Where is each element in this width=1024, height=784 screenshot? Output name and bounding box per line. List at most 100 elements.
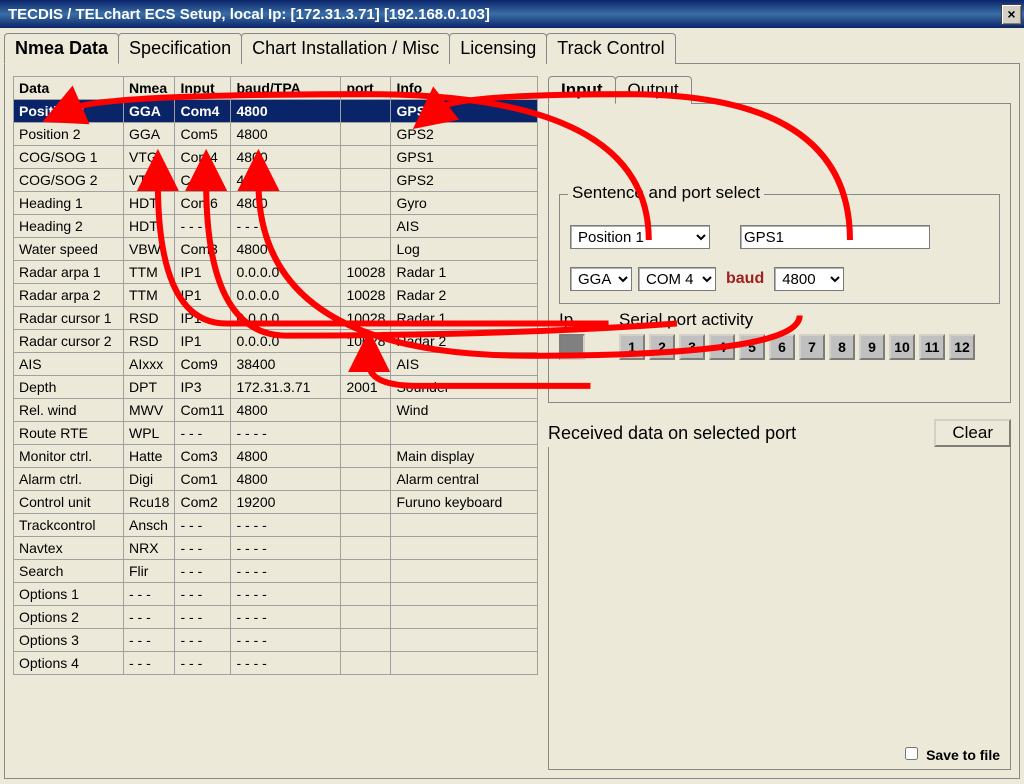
activity-port-button[interactable]: 1 xyxy=(619,334,645,360)
nmea-table[interactable]: DataNmeaInputbaud/TPAportInfo Position 1… xyxy=(13,76,538,675)
column-header[interactable]: Input xyxy=(175,77,231,100)
table-row[interactable]: Position 2GGACom54800GPS2 xyxy=(14,123,538,146)
tab-licensing[interactable]: Licensing xyxy=(449,33,547,64)
tab-chart-installation[interactable]: Chart Installation / Misc xyxy=(241,33,450,64)
activity-port-button[interactable]: 12 xyxy=(949,334,975,360)
table-cell: Position 1 xyxy=(14,100,124,123)
table-row[interactable]: Position 1GGACom44800GPS1 xyxy=(14,100,538,123)
close-button[interactable]: × xyxy=(1001,4,1022,25)
column-header[interactable]: Data xyxy=(14,77,124,100)
table-cell xyxy=(341,652,391,675)
table-row[interactable]: Options 1- - -- - -- - - - xyxy=(14,583,538,606)
activity-port-button[interactable]: 11 xyxy=(919,334,945,360)
table-cell xyxy=(391,652,538,675)
table-cell: - - - - xyxy=(231,560,341,583)
table-cell: - - - xyxy=(124,629,175,652)
table-row[interactable]: NavtexNRX- - -- - - - xyxy=(14,537,538,560)
save-to-file-checkbox[interactable] xyxy=(905,747,918,760)
table-cell: RSD xyxy=(124,307,175,330)
table-cell: IP1 xyxy=(175,261,231,284)
close-icon: × xyxy=(1007,6,1015,22)
table-cell: Radar cursor 1 xyxy=(14,307,124,330)
nmea-select[interactable]: GGA xyxy=(570,267,632,291)
table-row[interactable]: Water speedVBWCom34800Log xyxy=(14,238,538,261)
activity-port-button[interactable]: 10 xyxy=(889,334,915,360)
table-row[interactable]: Radar cursor 1RSDIP10.0.0.010028Radar 1 xyxy=(14,307,538,330)
com-select[interactable]: COM 4 xyxy=(638,267,716,291)
table-cell: AIS xyxy=(14,353,124,376)
table-row[interactable]: COG/SOG 1VTGCom44800GPS1 xyxy=(14,146,538,169)
table-cell: Com2 xyxy=(175,491,231,514)
clear-button[interactable]: Clear xyxy=(934,419,1011,447)
activity-port-button[interactable]: 9 xyxy=(859,334,885,360)
activity-port-button[interactable]: 8 xyxy=(829,334,855,360)
table-row[interactable]: Heading 1HDTCom64800Gyro xyxy=(14,192,538,215)
table-cell: Gyro xyxy=(391,192,538,215)
activity-port-button[interactable]: 7 xyxy=(799,334,825,360)
table-cell: - - - xyxy=(175,583,231,606)
table-row[interactable]: Heading 2HDT- - -- - -AIS xyxy=(14,215,538,238)
table-cell: COG/SOG 2 xyxy=(14,169,124,192)
table-cell: Rel. wind xyxy=(14,399,124,422)
ip-indicator[interactable] xyxy=(559,334,585,360)
table-cell xyxy=(391,422,538,445)
table-cell: Options 3 xyxy=(14,629,124,652)
table-cell: Depth xyxy=(14,376,124,399)
baud-select[interactable]: 4800 xyxy=(774,267,844,291)
baud-label: baud xyxy=(726,270,764,288)
table-row[interactable]: Monitor ctrl.HatteCom34800Main display xyxy=(14,445,538,468)
table-cell: 10028 xyxy=(341,307,391,330)
table-cell: Radar 1 xyxy=(391,261,538,284)
table-cell: Route RTE xyxy=(14,422,124,445)
data-select[interactable]: Position 1 xyxy=(570,225,710,249)
table-row[interactable]: Control unitRcu18Com219200Furuno keyboar… xyxy=(14,491,538,514)
table-row[interactable]: TrackcontrolAnsch- - -- - - - xyxy=(14,514,538,537)
tab-track-control[interactable]: Track Control xyxy=(546,33,675,64)
tab-input[interactable]: Input xyxy=(548,76,616,104)
table-row[interactable]: Options 4- - -- - -- - - - xyxy=(14,652,538,675)
table-cell: - - - xyxy=(175,422,231,445)
save-to-file-checkbox-label[interactable]: Save to file xyxy=(901,747,1000,763)
table-cell: VTG xyxy=(124,146,175,169)
table-cell: - - - xyxy=(231,215,341,238)
table-row[interactable]: Route RTEWPL- - -- - - - xyxy=(14,422,538,445)
column-header[interactable]: Info xyxy=(391,77,538,100)
table-cell: Water speed xyxy=(14,238,124,261)
table-row[interactable]: Radar arpa 1TTMIP10.0.0.010028Radar 1 xyxy=(14,261,538,284)
table-cell xyxy=(341,169,391,192)
activity-label: Serial port activity xyxy=(619,310,1000,330)
activity-port-button[interactable]: 5 xyxy=(739,334,765,360)
table-cell: 19200 xyxy=(231,491,341,514)
table-cell: Navtex xyxy=(14,537,124,560)
table-cell xyxy=(341,146,391,169)
main-tabstrip: Nmea Data Specification Chart Installati… xyxy=(4,32,1020,63)
table-row[interactable]: DepthDPTIP3172.31.3.712001Sounder xyxy=(14,376,538,399)
table-cell: WPL xyxy=(124,422,175,445)
table-cell: Digi xyxy=(124,468,175,491)
table-row[interactable]: Options 3- - -- - -- - - - xyxy=(14,629,538,652)
activity-port-button[interactable]: 4 xyxy=(709,334,735,360)
tab-nmea-data[interactable]: Nmea Data xyxy=(4,33,119,64)
tab-specification[interactable]: Specification xyxy=(118,33,242,64)
column-header[interactable]: baud/TPA xyxy=(231,77,341,100)
table-cell: - - - xyxy=(175,652,231,675)
table-row[interactable]: Options 2- - -- - -- - - - xyxy=(14,606,538,629)
column-header[interactable]: Nmea xyxy=(124,77,175,100)
activity-port-button[interactable]: 3 xyxy=(679,334,705,360)
table-row[interactable]: COG/SOG 2VTGCom54800GPS2 xyxy=(14,169,538,192)
column-header[interactable]: port xyxy=(341,77,391,100)
table-row[interactable]: Radar cursor 2RSDIP10.0.0.010028Radar 2 xyxy=(14,330,538,353)
activity-port-button[interactable]: 2 xyxy=(649,334,675,360)
table-cell: Com4 xyxy=(175,100,231,123)
table-row[interactable]: SearchFlir- - -- - - - xyxy=(14,560,538,583)
table-row[interactable]: Rel. windMWVCom114800Wind xyxy=(14,399,538,422)
table-row[interactable]: Alarm ctrl.DigiCom14800Alarm central xyxy=(14,468,538,491)
table-row[interactable]: Radar arpa 2TTMIP10.0.0.010028Radar 2 xyxy=(14,284,538,307)
activity-port-button[interactable]: 6 xyxy=(769,334,795,360)
table-cell: MWV xyxy=(124,399,175,422)
tab-output[interactable]: Output xyxy=(615,76,692,104)
table-cell xyxy=(341,100,391,123)
table-row[interactable]: AISAIxxxCom938400AIS xyxy=(14,353,538,376)
table-cell: 4800 xyxy=(231,146,341,169)
info-input[interactable] xyxy=(740,225,930,249)
